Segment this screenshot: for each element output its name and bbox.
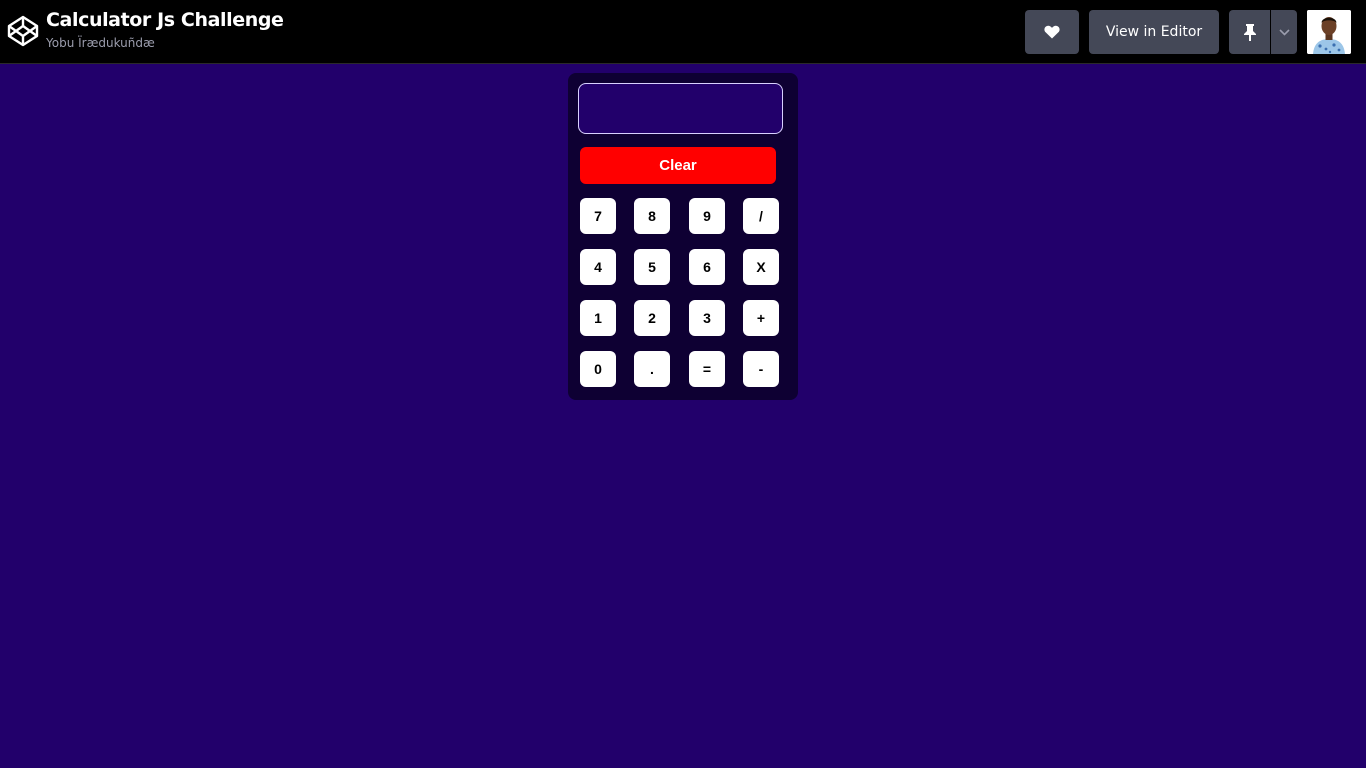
avatar[interactable] (1307, 10, 1351, 54)
heart-icon (1044, 25, 1060, 39)
chevron-down-icon (1278, 28, 1290, 36)
key-2[interactable]: 2 (634, 300, 670, 336)
author-name[interactable]: Yobu Ïrædukuñdæ (46, 35, 155, 51)
pin-menu-button[interactable] (1271, 10, 1297, 54)
top-bar: Calculator Js Challenge Yobu Ïrædukuñdæ … (0, 0, 1366, 64)
pin-button[interactable] (1229, 10, 1270, 54)
calculator-display[interactable] (578, 83, 783, 134)
key-7[interactable]: 7 (580, 198, 616, 234)
avatar-image (1307, 10, 1351, 54)
key-decimal[interactable]: . (634, 351, 670, 387)
key-6[interactable]: 6 (689, 249, 725, 285)
key-0[interactable]: 0 (580, 351, 616, 387)
key-multiply[interactable]: X (743, 249, 779, 285)
clear-button[interactable]: Clear (580, 147, 776, 184)
key-4[interactable]: 4 (580, 249, 616, 285)
calculator: Clear 7 8 9 / 4 5 6 X 1 2 3 + 0 . = - (568, 73, 798, 400)
key-equals[interactable]: = (689, 351, 725, 387)
key-add[interactable]: + (743, 300, 779, 336)
key-1[interactable]: 1 (580, 300, 616, 336)
codepen-logo-icon[interactable] (7, 15, 39, 47)
heart-button[interactable] (1025, 10, 1079, 54)
pen-title: Calculator Js Challenge (46, 9, 284, 31)
key-divide[interactable]: / (743, 198, 779, 234)
key-3[interactable]: 3 (689, 300, 725, 336)
key-9[interactable]: 9 (689, 198, 725, 234)
key-subtract[interactable]: - (743, 351, 779, 387)
view-in-editor-button[interactable]: View in Editor (1089, 10, 1219, 54)
key-8[interactable]: 8 (634, 198, 670, 234)
pin-icon (1243, 23, 1256, 41)
key-5[interactable]: 5 (634, 249, 670, 285)
